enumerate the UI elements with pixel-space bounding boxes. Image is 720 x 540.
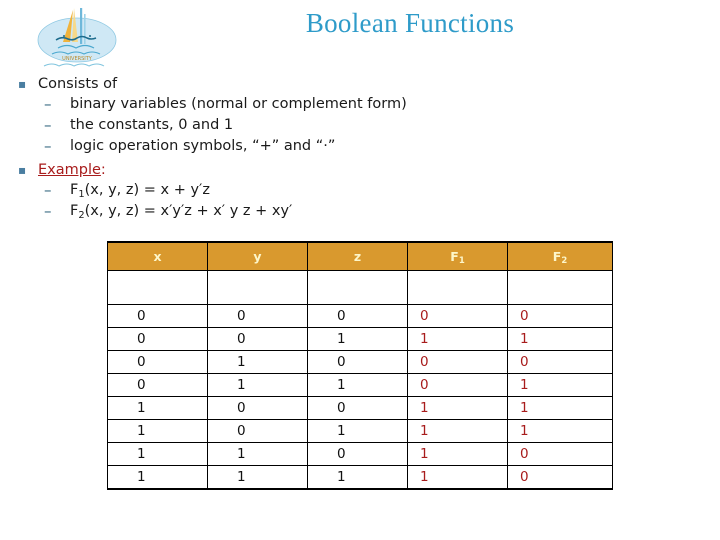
table-row: 11010 — [107, 442, 613, 466]
table-cell-z: 1 — [307, 419, 408, 443]
table-cell-x: 0 — [107, 350, 208, 374]
dash-glyph-icon: – — [44, 202, 52, 220]
table-row: 01101 — [107, 373, 613, 397]
formula-f2-body: (x, y, z) = x′y′z + x′ y z + xy′ — [84, 203, 293, 219]
table-cell-f1: 1 — [407, 419, 508, 443]
column-header-z: z — [307, 241, 408, 271]
formula-f2: – F2(x, y, z) = x′y′z + x′ y z + xy′ — [0, 201, 720, 222]
dash-glyph-icon: – — [44, 116, 52, 134]
bullet-consists-of-label: Consists of — [38, 76, 118, 92]
bullet-consists-of: ▪ Consists of — [0, 74, 720, 94]
bullet-glyph-icon: ▪ — [18, 163, 27, 177]
formula-f1-body: (x, y, z) = x + y′z — [84, 182, 210, 198]
table-row: 11110 — [107, 465, 613, 490]
column-header-f2: F2 — [507, 241, 613, 271]
table-cell-y: 0 — [207, 327, 308, 351]
table-cell-x: 0 — [107, 373, 208, 397]
table-cell-z: 0 — [307, 350, 408, 374]
table-cell-f1: 0 — [407, 350, 508, 374]
column-header-x: x — [107, 241, 208, 271]
table-cell-f1: 1 — [407, 442, 508, 466]
table-row: 10111 — [107, 419, 613, 443]
table-cell-x: 1 — [107, 396, 208, 420]
svg-text:UNIVERSITY: UNIVERSITY — [62, 56, 93, 62]
table-cell-y: 0 — [207, 396, 308, 420]
table-cell-z: 0 — [307, 396, 408, 420]
table-cell-z: 0 — [307, 442, 408, 466]
table-row: 01000 — [107, 350, 613, 374]
table-cell-f1: 1 — [407, 465, 508, 490]
table-cell-f2: 0 — [507, 465, 613, 490]
table-header-row: x y z F1 F2 — [107, 241, 613, 271]
table-row: 10011 — [107, 396, 613, 420]
formula-f1-subscript: 1 — [78, 188, 85, 200]
table-cell-f1: 1 — [407, 327, 508, 351]
truth-table: x y z F1 F2 0000000111010000110110011101… — [107, 241, 613, 490]
table-cell-x: 1 — [107, 465, 208, 490]
table-cell-y: 1 — [207, 442, 308, 466]
subitem-binary-variables: – binary variables (normal or complement… — [0, 94, 720, 115]
table-cell-f2: 1 — [507, 373, 613, 397]
table-cell-y: 0 — [207, 304, 308, 328]
subitem-binary-variables-label: binary variables (normal or complement f… — [70, 96, 407, 112]
table-cell — [507, 270, 613, 305]
table-cell — [407, 270, 508, 305]
subitem-constants: – the constants, 0 and 1 — [0, 115, 720, 136]
table-cell-f2: 0 — [507, 442, 613, 466]
table-row: 00111 — [107, 327, 613, 351]
table-cell-x: 1 — [107, 442, 208, 466]
table-cell-x: 0 — [107, 327, 208, 351]
table-cell-z: 1 — [307, 373, 408, 397]
table-cell-z: 1 — [307, 327, 408, 351]
table-cell-y: 1 — [207, 465, 308, 490]
table-row: 00000 — [107, 304, 613, 328]
formula-f2-subscript: 2 — [78, 209, 85, 221]
formula-f1: – F1(x, y, z) = x + y′z — [0, 180, 720, 201]
table-cell-y: 1 — [207, 373, 308, 397]
subitem-logic-symbols-label: logic operation symbols, “+” and “·” — [70, 138, 336, 154]
dash-glyph-icon: – — [44, 95, 52, 113]
table-cell-f2: 0 — [507, 350, 613, 374]
table-spacer-row — [107, 270, 613, 305]
table-cell-f2: 0 — [507, 304, 613, 328]
page-title: Boolean Functions — [305, 8, 515, 38]
table-cell-y: 1 — [207, 350, 308, 374]
table-cell — [107, 270, 208, 305]
dash-glyph-icon: – — [44, 137, 52, 155]
subitem-logic-symbols: – logic operation symbols, “+” and “·” — [0, 136, 720, 157]
table-cell — [207, 270, 308, 305]
table-cell — [307, 270, 408, 305]
table-cell-f2: 1 — [507, 396, 613, 420]
column-header-y: y — [207, 241, 308, 271]
subitem-constants-label: the constants, 0 and 1 — [70, 117, 234, 133]
table-cell-f1: 0 — [407, 373, 508, 397]
table-cell-f2: 1 — [507, 327, 613, 351]
table-cell-f2: 1 — [507, 419, 613, 443]
table-cell-x: 1 — [107, 419, 208, 443]
table-cell-z: 1 — [307, 465, 408, 490]
table-cell-z: 0 — [307, 304, 408, 328]
table-cell-y: 0 — [207, 419, 308, 443]
example-colon: : — [100, 162, 106, 178]
dash-glyph-icon: – — [44, 181, 52, 199]
table-cell-f1: 0 — [407, 304, 508, 328]
example-keyword: Example — [38, 162, 101, 178]
slide-body: ▪ Consists of – binary variables (normal… — [0, 74, 720, 222]
table-cell-x: 0 — [107, 304, 208, 328]
university-logo: UNIVERSITY — [37, 8, 117, 67]
column-header-f1: F1 — [407, 241, 508, 271]
bullet-glyph-icon: ▪ — [18, 77, 27, 91]
table-cell-f1: 1 — [407, 396, 508, 420]
bullet-example: ▪ Example: — [0, 160, 720, 180]
